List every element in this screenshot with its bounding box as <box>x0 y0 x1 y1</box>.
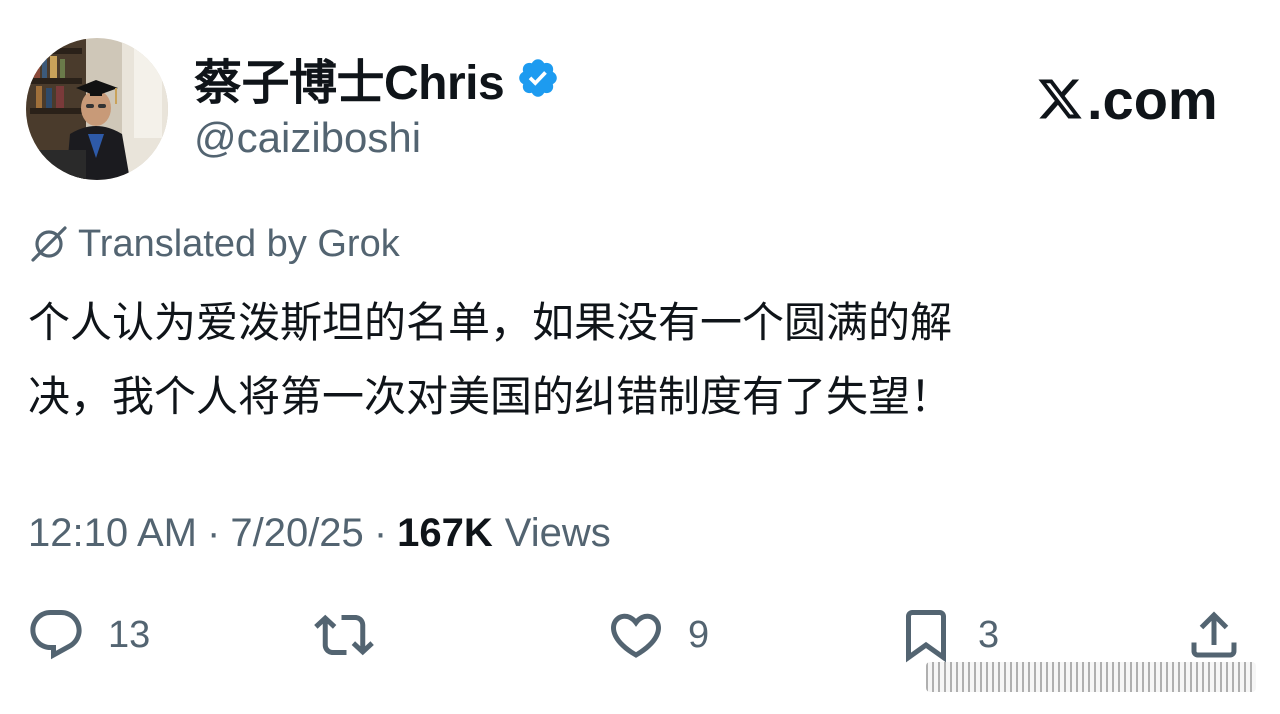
author-name-row: 蔡子博士Chris <box>194 48 560 110</box>
author-handle[interactable]: @caiziboshi <box>194 114 421 162</box>
tweet-time[interactable]: 12:10 AM <box>28 511 197 556</box>
author-display-name[interactable]: 蔡子博士Chris <box>194 43 505 113</box>
verified-badge-icon <box>516 56 560 100</box>
meta-separator: · <box>373 510 388 555</box>
reply-count: 13 <box>108 613 151 656</box>
views-label: Views <box>504 510 611 555</box>
watermark <box>926 662 1256 692</box>
bookmark-button[interactable]: 3 <box>896 600 999 670</box>
meta-separator: · <box>207 510 221 555</box>
translated-by-grok-link[interactable]: Translated by Grok <box>28 222 400 266</box>
reply-button[interactable]: 13 <box>26 600 150 670</box>
views-count: 167K <box>397 510 493 555</box>
brand-domain-text: .com <box>1087 67 1218 131</box>
like-button[interactable]: 9 <box>606 600 709 670</box>
reply-icon <box>30 610 82 660</box>
action-bar: 13 9 3 <box>0 600 1280 670</box>
tweet-text: 个人认为爱泼斯坦的名单，如果没有一个圆满的解 决，我个人将第一次对美国的纠错制度… <box>28 298 953 421</box>
like-count: 9 <box>688 613 710 656</box>
brand-logo: .com <box>1036 64 1218 134</box>
translated-label: Translated by Grok <box>78 222 400 265</box>
share-icon <box>1191 611 1237 658</box>
grok-icon <box>31 226 67 262</box>
tweet-date[interactable]: 7/20/25 <box>230 511 363 556</box>
avatar[interactable] <box>26 38 168 180</box>
share-button[interactable] <box>1184 600 1244 670</box>
repost-icon <box>314 614 374 656</box>
repost-button[interactable] <box>314 600 374 670</box>
x-logo-icon <box>1038 79 1082 119</box>
heart-icon <box>610 613 662 658</box>
tweet-meta: 12:10 AM · 7/20/25 · 167K Views <box>28 506 611 560</box>
bookmark-count: 3 <box>978 613 1000 656</box>
bookmark-icon <box>906 610 946 663</box>
avatar-photo <box>26 38 168 180</box>
